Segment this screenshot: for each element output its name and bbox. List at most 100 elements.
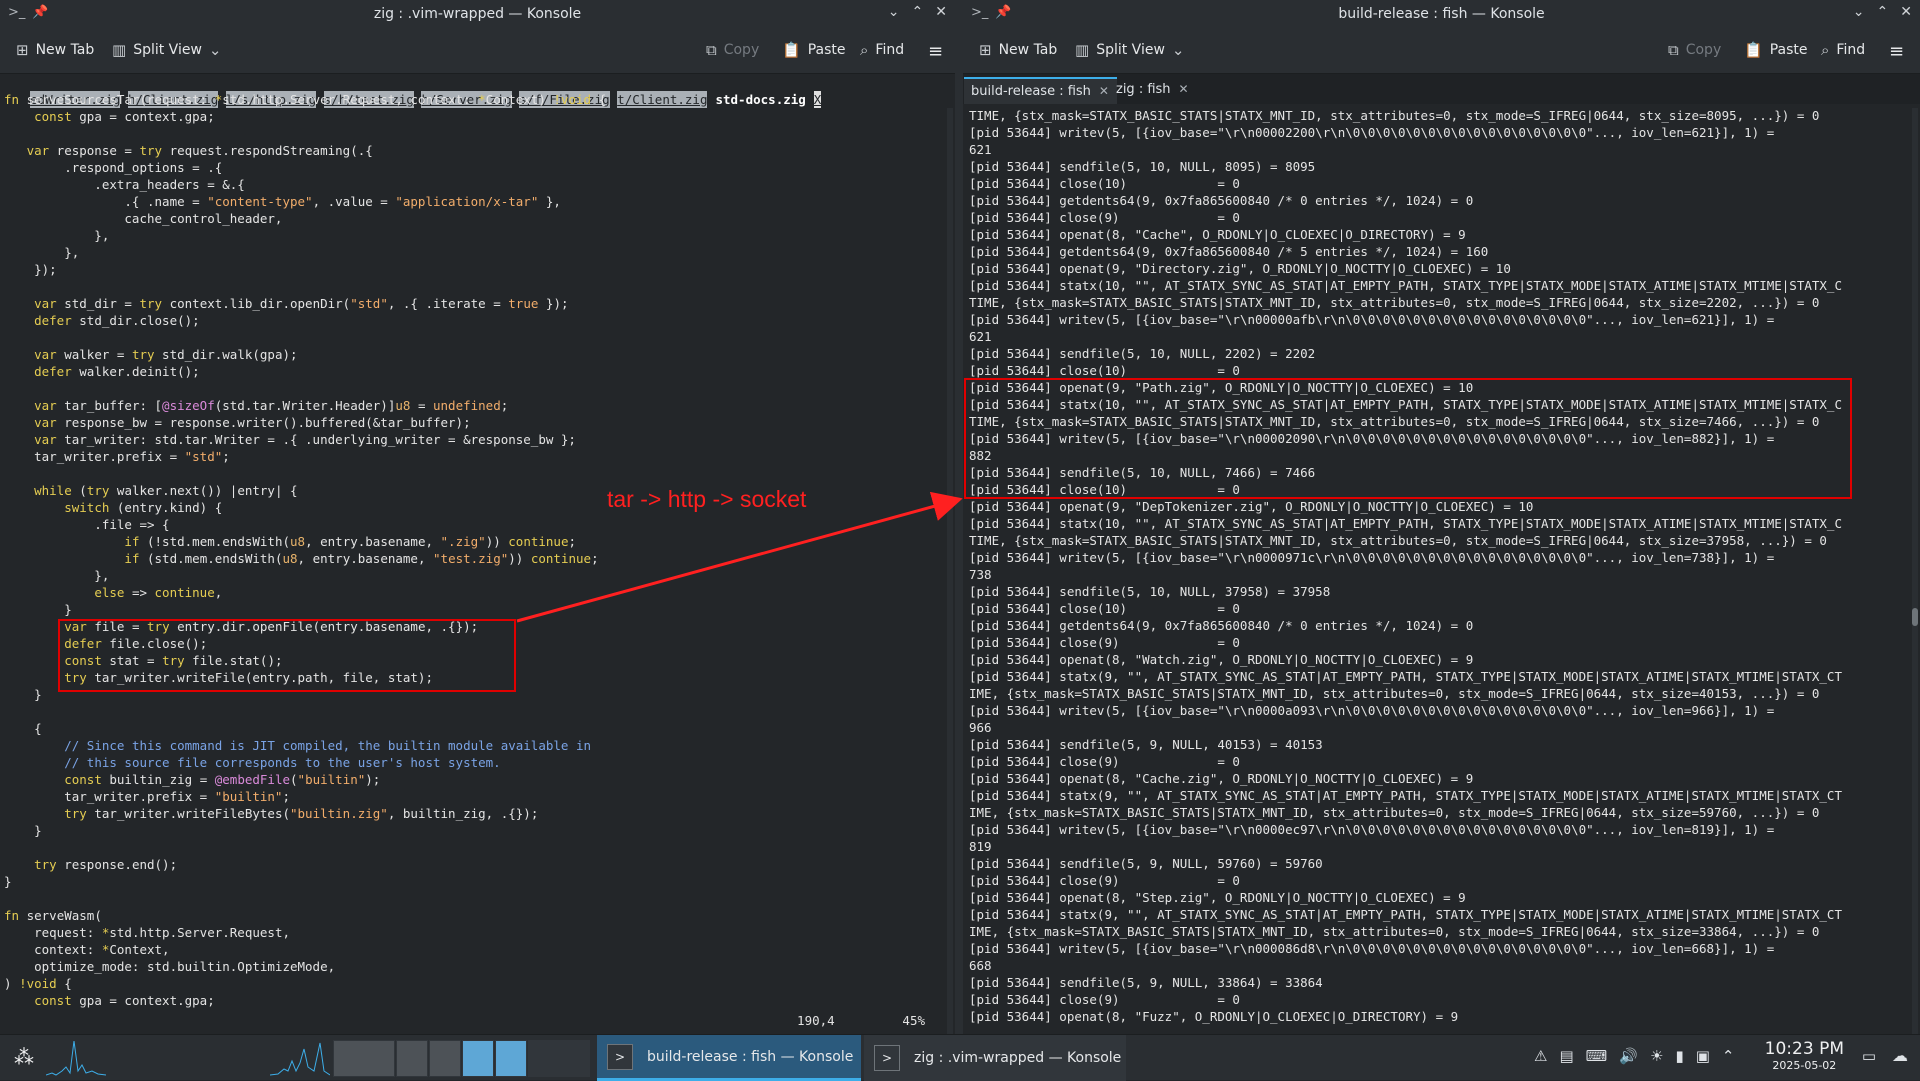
left-scrollbar[interactable] [947, 108, 953, 1034]
code-editor[interactable]: fn serveSourcesTar(request: *std.http.Se… [0, 91, 955, 1013]
terminal-line: [pid 53644] writev(5, [{iov_base="\r\n00… [969, 703, 1775, 718]
hamburger-menu-icon[interactable]: ≡ [1889, 41, 1904, 62]
code-line: }); [4, 262, 57, 277]
minimize-icon[interactable]: ⌄ [888, 4, 900, 20]
taskbar: ⁂ > build-release : fish — Konsole > zig :… [0, 1034, 1920, 1081]
copy-icon: ⧉ [706, 41, 717, 59]
left-titlebar[interactable]: >_ 📌 zig : .vim-wrapped — Konsole ⌄ ⌃ ✕ [0, 0, 955, 28]
pager-desktop-1[interactable] [333, 1040, 395, 1077]
code-line: }, [4, 568, 110, 583]
battery-icon[interactable]: ▮ [1675, 1047, 1683, 1065]
scrollbar-thumb[interactable] [1912, 608, 1918, 626]
find-button[interactable]: ⌕ Find [1821, 41, 1865, 59]
left-toolbar: ⊞ New Tab ▥ Split View ⌄ ⧉ Copy 📋 Paste ⌕ Find… [0, 28, 955, 74]
clock[interactable]: 10:23 PM 2025-05-02 [1765, 1039, 1844, 1072]
split-view-button[interactable]: ▥ Split View ⌄ [1075, 41, 1184, 59]
terminal-line: TIME, {stx_mask=STATX_BASIC_STATS|STATX_… [969, 295, 1820, 310]
terminal-line: [pid 53644] close(10) = 0 [969, 363, 1240, 378]
tab-build-release[interactable]: build-release : fish ✕ [964, 77, 1117, 104]
right-window-title: build-release : fish — Konsole [1338, 6, 1545, 22]
code-line: fn serveSourcesTar(request: *std.http.Se… [4, 92, 607, 107]
show-desktop-icon[interactable]: ▭ [1862, 1047, 1876, 1065]
terminal-line: [pid 53644] statx(9, "", AT_STATX_SYNC_A… [969, 669, 1842, 684]
close-tab-icon[interactable]: ✕ [1179, 82, 1189, 96]
paste-icon: 📋 [1744, 41, 1763, 59]
left-window-title: zig : .vim-wrapped — Konsole [373, 6, 582, 22]
terminal-line: [pid 53644] close(9) = 0 [969, 635, 1240, 650]
maximize-icon[interactable]: ⌃ [912, 4, 924, 20]
pager-desktop-6[interactable] [528, 1040, 590, 1077]
terminal-line: [pid 53644] statx(10, "", AT_STATX_SYNC_… [969, 516, 1842, 531]
network-icon[interactable]: ▣ [1696, 1047, 1710, 1065]
volume-icon[interactable]: 🔊 [1619, 1047, 1638, 1065]
task-build-release[interactable]: > build-release : fish — Konsole [597, 1035, 861, 1081]
konsole-icon: > [874, 1045, 900, 1071]
highlight-box-code [58, 619, 516, 692]
notifications-icon[interactable]: ⚠ [1534, 1047, 1547, 1065]
split-view-button[interactable]: ▥ Split View ⌄ [112, 41, 221, 59]
paste-icon: 📋 [782, 41, 801, 59]
terminal-line: [pid 53644] sendfile(5, 9, NULL, 33864) … [969, 975, 1323, 990]
pager-desktop-3[interactable] [429, 1040, 461, 1077]
highlight-box-strace [964, 378, 1852, 499]
hamburger-menu-icon[interactable]: ≡ [928, 41, 943, 62]
expand-tray-icon[interactable]: ⌃ [1722, 1047, 1735, 1065]
keyboard-icon[interactable]: ⌨ [1586, 1047, 1608, 1065]
code-line: tar_writer.prefix = "std"; [4, 449, 230, 464]
code-line: const gpa = context.gpa; [34, 993, 215, 1008]
copy-button[interactable]: ⧉ Copy [706, 41, 759, 59]
clipboard-icon[interactable]: ▤ [1559, 1047, 1573, 1065]
brightness-icon[interactable]: ☀ [1650, 1047, 1663, 1065]
annotation-label: tar -> http -> socket [607, 486, 807, 512]
pager-desktop-5[interactable] [495, 1040, 527, 1077]
search-icon: ⌕ [1821, 41, 1830, 59]
code-line: try tar_writer.writeFileBytes("builtin.z… [64, 806, 539, 821]
close-tab-icon[interactable]: ✕ [1099, 84, 1109, 98]
terminal-line: IME, {stx_mask=STATX_BASIC_STATS|STATX_M… [969, 686, 1820, 701]
copy-icon: ⧉ [1668, 41, 1679, 59]
code-line: } [4, 823, 42, 838]
terminal-line: [pid 53644] sendfile(5, 10, NULL, 2202) … [969, 346, 1316, 361]
right-titlebar[interactable]: >_ 📌 build-release : fish — Konsole ⌄ ⌃ … [963, 0, 1920, 28]
terminal-line: [pid 53644] writev(5, [{iov_base="\r\n00… [969, 312, 1775, 327]
clock-time: 10:23 PM [1764, 1039, 1844, 1059]
close-icon[interactable]: ✕ [935, 4, 947, 20]
paste-button[interactable]: 📋 Paste [782, 41, 845, 59]
code-line: .respond_options = .{ [4, 160, 223, 175]
terminal-line: [pid 53644] openat(8, "Fuzz", O_RDONLY|O… [969, 1009, 1459, 1024]
new-tab-button[interactable]: ⊞ New Tab [16, 41, 94, 59]
find-button[interactable]: ⌕ Find [860, 41, 904, 59]
code-line: tar_writer.prefix = "builtin"; [4, 789, 290, 804]
terminal-line: [pid 53644] openat(9, "DepTokenizer.zig"… [969, 499, 1534, 514]
terminal-output[interactable]: TIME, {stx_mask=STATX_BASIC_STATS|STATX_… [965, 107, 1920, 1027]
pager-desktop-4[interactable] [462, 1040, 494, 1077]
terminal-line: [pid 53644] close(9) = 0 [969, 754, 1240, 769]
maximize-icon[interactable]: ⌃ [1877, 4, 1889, 20]
code-line: defer std_dir.close(); [34, 313, 200, 328]
pager-desktop-2[interactable] [396, 1040, 428, 1077]
terminal-line: [pid 53644] openat(9, "Directory.zig", O… [969, 261, 1511, 276]
tab-zig-fish[interactable]: zig : fish ✕ [1109, 77, 1197, 104]
new-tab-button[interactable]: ⊞ New Tab [979, 41, 1057, 59]
code-line: var walker = try std_dir.walk(gpa); [34, 347, 298, 362]
chevron-down-icon: ⌄ [1171, 41, 1185, 59]
code-line: else => continue, [94, 585, 223, 600]
code-line: } [4, 602, 72, 617]
minimize-icon[interactable]: ⌄ [1853, 4, 1865, 20]
task-zig-vim[interactable]: > zig : .vim-wrapped — Konsole [864, 1035, 1126, 1081]
close-icon[interactable]: ✕ [1900, 4, 1912, 20]
copy-button[interactable]: ⧉ Copy [1668, 41, 1721, 59]
search-icon: ⌕ [860, 41, 869, 59]
terminal-line: TIME, {stx_mask=STATX_BASIC_STATS|STATX_… [969, 108, 1820, 123]
scroll-percent: 45% [902, 1013, 925, 1028]
paste-button[interactable]: 📋 Paste [1744, 41, 1807, 59]
right-scrollbar[interactable] [1912, 108, 1918, 1034]
terminal-line: [pid 53644] openat(8, "Watch.zig", O_RDO… [969, 652, 1474, 667]
weather-icon[interactable]: ☁ [1892, 1046, 1908, 1065]
app-launcher-icon[interactable]: ⁂ [14, 1045, 34, 1069]
